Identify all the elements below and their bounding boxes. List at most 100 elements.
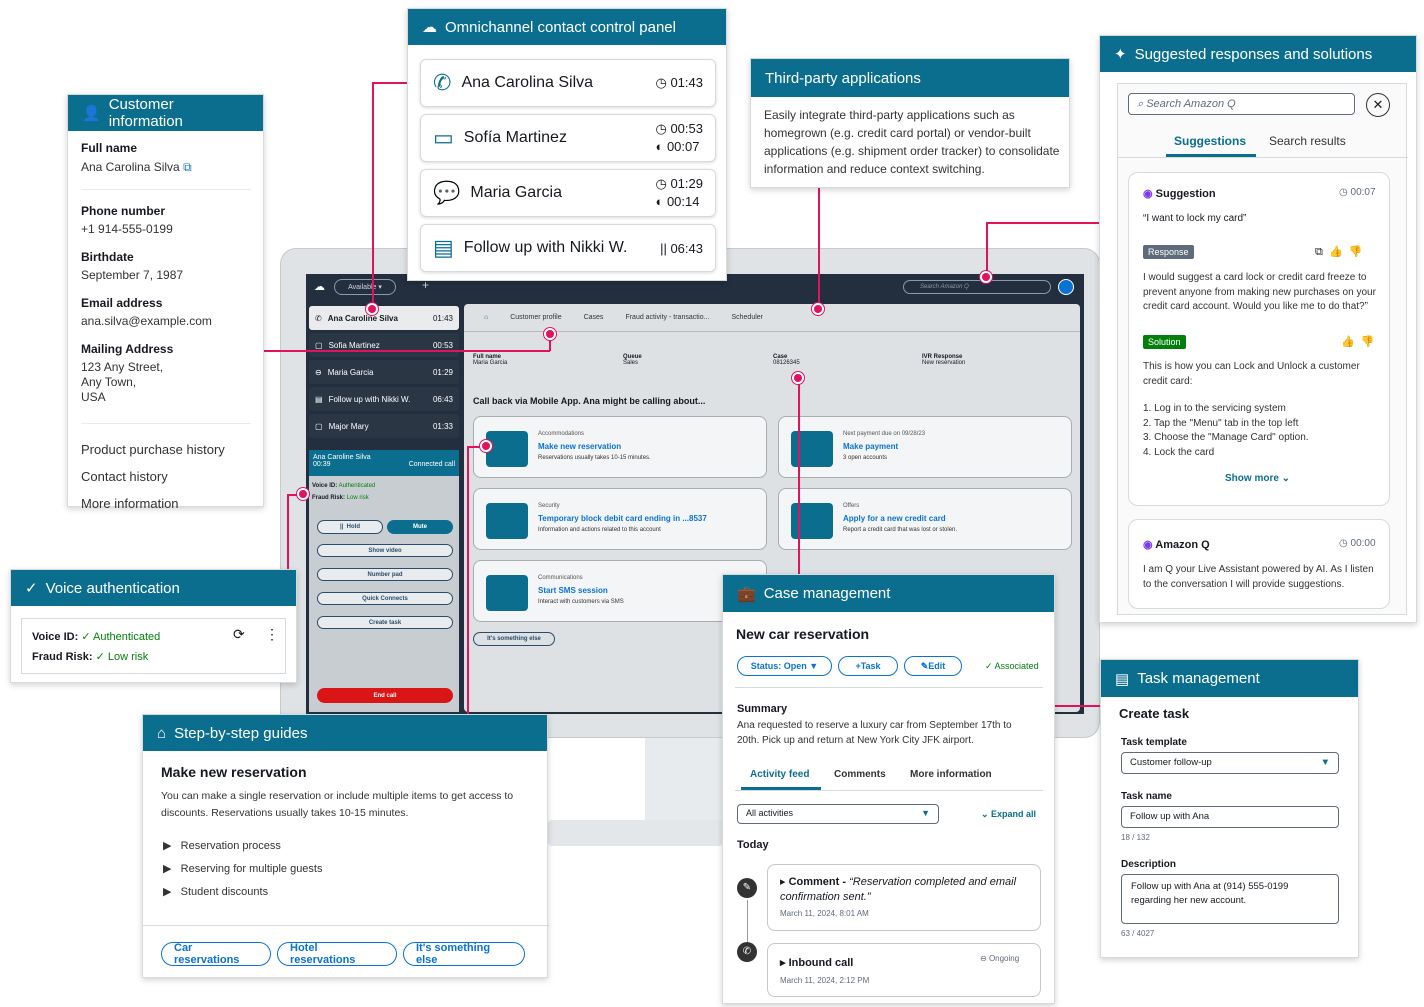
q-icon[interactable] — [1058, 279, 1074, 295]
field-label: Email address — [81, 296, 163, 310]
tab-more-information[interactable]: More information — [910, 769, 992, 780]
q-text: I am Q your Live Assistant powered by AI… — [1143, 564, 1374, 590]
more-options-icon[interactable]: ⋮ — [265, 626, 279, 643]
template-select[interactable]: Customer follow-up ▼ — [1121, 752, 1339, 774]
description-input[interactable]: Follow up with Ana at (914) 555-0199 reg… — [1121, 874, 1339, 924]
field-label: Phone number — [81, 204, 166, 218]
activity-filter[interactable]: All activities ▼ — [737, 804, 939, 824]
inbound-card[interactable]: ▸ Inbound call ⊖ Ongoing March 11, 2024,… — [767, 943, 1041, 997]
sms-icon — [486, 575, 528, 611]
guide-title: Make new reservation — [161, 764, 307, 780]
comment-card[interactable]: ▸ Comment - “Reservation completed and e… — [767, 864, 1041, 931]
feedback-icons[interactable]: ⧉ 👍 👎 — [1315, 245, 1362, 259]
ccp-contact[interactable]: ⊖ Maria Garcia 01:29 — [309, 360, 459, 384]
product-history-link[interactable]: Product purchase history — [81, 436, 251, 463]
hold-button[interactable]: || Hold — [317, 520, 383, 534]
tab-activity-feed[interactable]: Activity feed — [750, 769, 809, 780]
workspace-tabs: ⌂ Customer profile Cases Fraud activity … — [464, 314, 1080, 332]
contact-history-link[interactable]: Contact history — [81, 463, 251, 490]
fraud-row: Fraud Risk: Low risk — [312, 495, 369, 501]
chat-bubble-icon: 💬 — [433, 180, 461, 205]
ccp-contact[interactable]: ▤ Follow up with Nikki W. 06:43 — [309, 387, 459, 411]
ccp-list: ✆ Ana Caroline Silva 01:43 ▢ Sofia Martinez… — [309, 304, 459, 454]
connector-dot — [366, 303, 378, 315]
contact-row[interactable]: ▤ Follow up with Nikki W. || 06:43 — [420, 224, 716, 272]
connector-dot — [480, 440, 492, 452]
connector — [798, 378, 800, 576]
something-else-button[interactable]: It's something else — [473, 632, 555, 646]
response-badge: Response — [1143, 245, 1194, 259]
connector — [263, 350, 550, 352]
edit-button[interactable]: ✎ Edit — [904, 656, 962, 676]
ccp-contact[interactable]: ▢ Major Mary 01:33 — [309, 414, 459, 438]
phone-circle-icon: ✆ — [737, 942, 757, 962]
email-value: ana.silva@example.com — [81, 314, 212, 328]
connector — [986, 222, 988, 277]
tab-comments[interactable]: Comments — [834, 769, 886, 780]
customer-quote: “I want to lock my card” — [1143, 213, 1247, 224]
quick-connects-button[interactable]: Quick Connects — [317, 592, 453, 605]
tab-scheduler[interactable]: Scheduler — [731, 314, 763, 331]
guides-panel: ⌂ Step-by-step guides Make new reservatio… — [142, 714, 549, 978]
connector-dot — [297, 488, 309, 500]
q-logo-icon: ◉ — [1143, 188, 1153, 200]
amazon-q-card: ◉ Amazon Q ◷ 00:00 I am Q your Live Assi… — [1128, 519, 1390, 609]
guide-item[interactable]: ▶ Reservation process — [163, 835, 322, 858]
customer-info-panel: 👤 Customer information Full name Ana Caro… — [67, 94, 264, 511]
status-dropdown[interactable]: Available ▾ — [334, 279, 396, 295]
solution-feedback-icons[interactable]: 👍 👎 — [1341, 335, 1375, 348]
guide-item[interactable]: ▶ Student discounts — [163, 881, 322, 904]
end-call-button[interactable]: End call — [317, 688, 453, 703]
connector-dot — [544, 328, 556, 340]
suggestion-card[interactable]: Accommodations Make new reservation Reserv… — [473, 416, 767, 478]
contact-row[interactable]: ▭ Sofía Martinez ◷ 00:53 ◐ 00:07 — [420, 114, 716, 162]
q-search-input[interactable]: ⌕ Search Amazon Q — [1128, 93, 1355, 115]
search-bar[interactable]: Search Amazon Q — [903, 280, 1051, 294]
tab-search-results[interactable]: Search results — [1269, 134, 1346, 148]
suggestion-card[interactable]: Offers Apply for a new credit card Report … — [778, 488, 1072, 550]
more-info-link[interactable]: More information — [81, 490, 251, 517]
tab-fraud[interactable]: Fraud activity - transactio... — [625, 314, 709, 331]
chat-icon: ▭ — [433, 125, 454, 150]
suggestion-card[interactable]: Security Temporary block debit card endin… — [473, 488, 767, 550]
voice-id-row: Voice ID: Authenticated — [312, 483, 376, 489]
car-reservations-button[interactable]: Car reservations — [161, 942, 271, 966]
briefcase-icon: 💼 — [737, 585, 756, 603]
guides-header: ⌂ Step-by-step guides — [143, 715, 547, 751]
suggested-header: ✦ Suggested responses and solutions — [1100, 36, 1416, 72]
home-icon[interactable]: ⌂ — [484, 314, 488, 331]
task-name-input[interactable]: Follow up with Ana — [1121, 806, 1339, 828]
refresh-icon[interactable]: ⟳ — [233, 626, 245, 643]
something-else-button[interactable]: It's something else — [403, 942, 525, 966]
create-task-button[interactable]: Create task — [317, 616, 453, 629]
connector — [287, 494, 289, 570]
status-dropdown[interactable]: Status: Open ▼ — [737, 656, 832, 676]
close-icon[interactable]: ✕ — [1366, 93, 1390, 117]
contact-row[interactable]: ✆ Ana Carolina Silva ◷ 01:43 — [420, 59, 716, 107]
expand-all-button[interactable]: ⌄ Expand all — [981, 809, 1036, 820]
active-call-header: Ana Caroline Silva 00:39 Connected call — [309, 450, 459, 476]
ccp-contact[interactable]: ✆ Ana Caroline Silva 01:43 — [309, 306, 459, 330]
phone-icon: ✆ — [433, 70, 452, 95]
tab-suggestions[interactable]: Suggestions — [1174, 134, 1246, 148]
tab-cases[interactable]: Cases — [584, 314, 604, 331]
mute-button[interactable]: Mute — [387, 520, 453, 534]
number-pad-button[interactable]: Number pad — [317, 568, 453, 581]
task-button[interactable]: + Task — [838, 656, 898, 676]
sparkle-icon: ✦ — [1114, 46, 1127, 63]
list-icon: ▤ — [1115, 670, 1130, 688]
show-video-button[interactable]: Show video — [317, 544, 453, 557]
ccp-contact[interactable]: ▢ Sofia Martinez 00:53 — [309, 333, 459, 357]
suggestion-card[interactable]: Next payment due on 09/28/23 Make payment… — [778, 416, 1072, 478]
hotel-reservations-button[interactable]: Hotel reservations — [277, 942, 397, 966]
guide-item[interactable]: ▶ Reserving for multiple guests — [163, 858, 322, 881]
associated-status: ✓ Associated — [985, 661, 1039, 671]
copy-icon[interactable]: ⧉ — [183, 160, 192, 174]
contact-row[interactable]: 💬 Maria Garcia ◷ 01:29 ◐ 00:14 — [420, 169, 716, 217]
solution-steps: 1. Log in to the servicing system 2. Tap … — [1143, 403, 1309, 458]
task-panel: ▤ Task management Create task Task templa… — [1100, 659, 1359, 958]
case-title: New car reservation — [736, 626, 870, 642]
response-text: I would suggest a card lock or credit ca… — [1143, 272, 1376, 312]
show-more-button[interactable]: Show more ⌄ — [1225, 473, 1290, 484]
task-icon: ▤ — [315, 394, 323, 404]
